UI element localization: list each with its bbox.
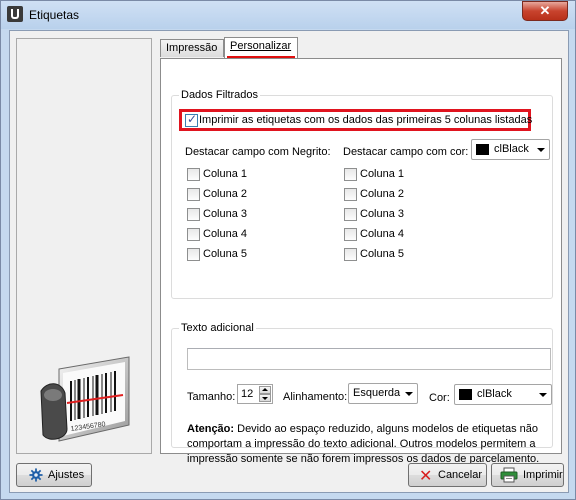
chevron-down-icon bbox=[537, 148, 545, 152]
dialog-client-area: 123456780 Impressão Personalizar Dados F… bbox=[9, 30, 569, 493]
bold-column-1-checkbox[interactable] bbox=[187, 168, 200, 181]
align-select[interactable]: Esquerda bbox=[348, 383, 418, 404]
bold-column-2-label[interactable]: Coluna 2 bbox=[203, 188, 247, 200]
highlight-color-select[interactable]: clBlack bbox=[471, 139, 550, 160]
gear-icon bbox=[29, 468, 43, 482]
title-bar[interactable]: Etiquetas ✕ bbox=[1, 1, 575, 29]
extra-text-group-label: Texto adicional bbox=[179, 322, 256, 334]
personalizar-panel: Dados Filtrados Imprimir as etiquetas co… bbox=[160, 58, 562, 465]
align-label: Alinhamento: bbox=[283, 391, 348, 403]
bold-column-2-checkbox[interactable] bbox=[187, 188, 200, 201]
size-stepper[interactable]: 12 bbox=[237, 384, 273, 404]
color-swatch bbox=[476, 144, 489, 155]
printer-icon bbox=[500, 467, 518, 483]
extra-text-input[interactable] bbox=[187, 348, 551, 370]
color-column-5-label[interactable]: Coluna 5 bbox=[360, 248, 404, 260]
bold-column-3-checkbox[interactable] bbox=[187, 208, 200, 221]
window-title: Etiquetas bbox=[29, 8, 80, 22]
print-button[interactable]: Imprimir bbox=[491, 463, 564, 487]
print-filtered-label[interactable]: Imprimir as etiquetas com os dados das p… bbox=[199, 114, 532, 126]
bold-column-3-label[interactable]: Coluna 3 bbox=[203, 208, 247, 220]
attention-text: Devido ao espaço reduzido, alguns modelo… bbox=[187, 423, 540, 465]
print-filtered-checkbox[interactable] bbox=[185, 112, 198, 127]
align-value: Esquerda bbox=[353, 387, 401, 399]
color-column-1-checkbox[interactable] bbox=[344, 168, 357, 181]
bold-heading: Destacar campo com Negrito: bbox=[185, 146, 331, 158]
chevron-down-icon bbox=[405, 392, 413, 396]
settings-button-label: Ajustes bbox=[48, 469, 85, 481]
color-heading: Destacar campo com cor: bbox=[343, 146, 469, 158]
bold-column-1-label[interactable]: Coluna 1 bbox=[203, 168, 247, 180]
highlight-color-value: clBlack bbox=[494, 143, 529, 155]
tab-impressao[interactable]: Impressão bbox=[160, 39, 224, 57]
print-button-label: Imprimir bbox=[523, 469, 563, 481]
color-swatch bbox=[459, 389, 472, 400]
color-column-3-label[interactable]: Coluna 3 bbox=[360, 208, 404, 220]
left-image-panel: 123456780 bbox=[16, 38, 152, 454]
bold-column-5-checkbox[interactable] bbox=[187, 248, 200, 261]
close-icon: ✕ bbox=[539, 3, 551, 18]
filtered-data-group-label: Dados Filtrados bbox=[179, 89, 261, 101]
bold-column-5-label[interactable]: Coluna 5 bbox=[203, 248, 247, 260]
attention-label: Atenção: bbox=[187, 423, 235, 435]
color-column-2-label[interactable]: Coluna 2 bbox=[360, 188, 404, 200]
bold-column-4-label[interactable]: Coluna 4 bbox=[203, 228, 247, 240]
attention-note: Atenção: Devido ao espaço reduzido, algu… bbox=[187, 422, 547, 467]
size-up-button[interactable] bbox=[259, 386, 271, 394]
chevron-down-icon bbox=[539, 393, 547, 397]
cancel-x-icon: ✕ bbox=[419, 466, 433, 485]
size-value: 12 bbox=[241, 388, 254, 400]
color-column-2-checkbox[interactable] bbox=[344, 188, 357, 201]
etiquetas-window: Etiquetas ✕ 123456780 Impressão Personal… bbox=[0, 0, 576, 500]
barcode-scanner-icon: 123456780 bbox=[40, 356, 130, 442]
color-column-1-label[interactable]: Coluna 1 bbox=[360, 168, 404, 180]
color-column-5-checkbox[interactable] bbox=[344, 248, 357, 261]
color-column-4-checkbox[interactable] bbox=[344, 228, 357, 241]
app-icon bbox=[7, 6, 23, 22]
cancel-button[interactable]: ✕ Cancelar bbox=[408, 463, 487, 487]
color-column-3-checkbox[interactable] bbox=[344, 208, 357, 221]
close-button[interactable]: ✕ bbox=[522, 1, 568, 21]
cancel-button-label: Cancelar bbox=[438, 469, 483, 481]
color-column-4-label[interactable]: Coluna 4 bbox=[360, 228, 404, 240]
size-label: Tamanho: bbox=[187, 391, 236, 403]
extra-color-select[interactable]: clBlack bbox=[454, 384, 552, 405]
color-label: Cor: bbox=[429, 392, 450, 404]
settings-button[interactable]: Ajustes bbox=[16, 463, 92, 487]
extra-color-value: clBlack bbox=[477, 388, 512, 400]
size-down-button[interactable] bbox=[259, 394, 271, 402]
bold-column-4-checkbox[interactable] bbox=[187, 228, 200, 241]
